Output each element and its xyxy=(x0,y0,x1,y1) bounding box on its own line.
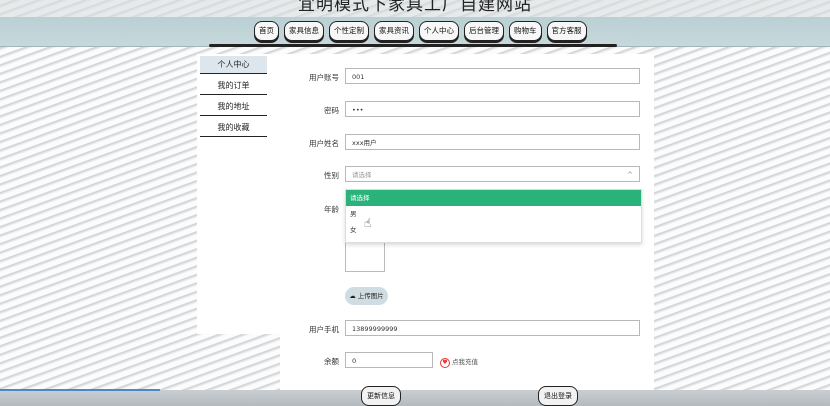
account-input[interactable]: 001 xyxy=(345,68,640,84)
sidebar-item-orders[interactable]: 我的订单 xyxy=(200,77,267,95)
nav-cart[interactable]: 购物车 xyxy=(509,21,542,41)
nav-customization[interactable]: 个性定制 xyxy=(329,21,369,41)
progress-line xyxy=(0,389,160,391)
nav-admin[interactable]: 后台管理 xyxy=(464,21,504,41)
gender-option-female[interactable]: 女 xyxy=(346,222,641,238)
sidebar-item-favorites[interactable]: 我的收藏 xyxy=(200,119,267,137)
upload-image-button[interactable]: ☁ 上传图片 xyxy=(345,287,388,305)
sidebar: 个人中心 我的订单 我的地址 我的收藏 xyxy=(197,54,280,334)
balance-input[interactable]: 0 xyxy=(345,352,433,368)
balance-label: 余额 xyxy=(324,357,339,366)
heart-icon: ♥ xyxy=(440,358,450,368)
nav-furniture-news[interactable]: 家具资讯 xyxy=(374,21,414,41)
account-label: 用户账号 xyxy=(309,73,339,82)
navbar: 首页 家具信息 个性定制 家具资讯 个人中心 后台管理 购物车 官方客服 xyxy=(0,17,830,47)
nav-list: 首页 家具信息 个性定制 家具资讯 个人中心 后台管理 购物车 官方客服 xyxy=(254,21,587,41)
password-label: 密码 xyxy=(324,106,339,115)
age-label: 年龄 xyxy=(324,205,339,214)
name-label: 用户姓名 xyxy=(309,139,339,148)
footer-bar xyxy=(0,390,830,406)
upload-image-label: 上传图片 xyxy=(357,292,384,300)
recharge-label: 点我充值 xyxy=(452,358,478,366)
nav-customer-service[interactable]: 官方客服 xyxy=(546,21,587,41)
nav-personal-center[interactable]: 个人中心 xyxy=(419,21,459,41)
recharge-link[interactable]: ♥ 点我充值 xyxy=(440,356,478,368)
gender-label: 性别 xyxy=(324,171,339,180)
gender-select[interactable]: 请选择 ^ xyxy=(345,166,640,182)
sidebar-item-personal-center[interactable]: 个人中心 xyxy=(200,56,267,74)
password-input[interactable]: ••• xyxy=(345,101,640,117)
sidebar-item-addresses[interactable]: 我的地址 xyxy=(200,98,267,116)
gender-select-value: 请选择 xyxy=(352,171,372,179)
nav-home[interactable]: 首页 xyxy=(254,21,279,41)
update-info-button[interactable]: 更新信息 xyxy=(361,386,401,406)
gender-option-male[interactable]: 男 xyxy=(346,206,641,222)
nav-underline xyxy=(209,44,617,47)
phone-label: 用户手机 xyxy=(309,325,339,334)
name-input[interactable]: xxx用户 xyxy=(345,134,640,150)
gender-option-placeholder[interactable]: 请选择 xyxy=(346,190,641,206)
chevron-up-icon: ^ xyxy=(627,171,633,179)
hand-cursor-icon: ☝ xyxy=(364,216,372,230)
site-title: 宜明模式下家具工厂自建网站 xyxy=(298,0,532,15)
nav-furniture-info[interactable]: 家具信息 xyxy=(284,21,324,41)
gender-dropdown: 请选择 男 女 xyxy=(345,189,642,243)
phone-input[interactable]: 13899999999 xyxy=(345,320,640,336)
logout-button[interactable]: 退出登录 xyxy=(538,386,578,406)
cloud-upload-icon: ☁ xyxy=(349,292,356,300)
